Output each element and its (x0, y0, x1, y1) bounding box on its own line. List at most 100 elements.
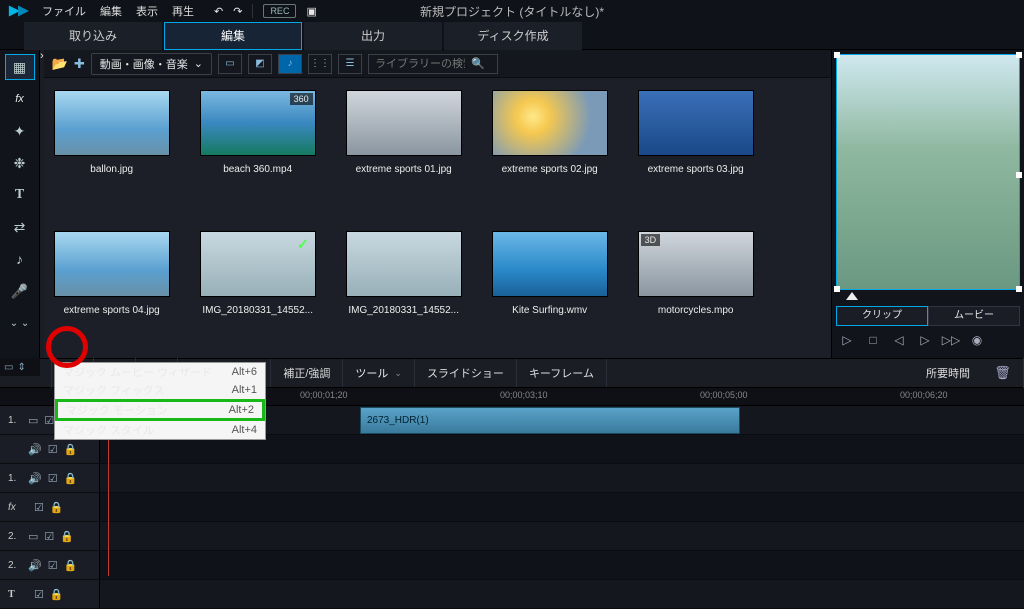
particle-room-icon[interactable]: ❉ (5, 150, 35, 176)
media-filter-select[interactable]: 動画・画像・音楽 ⌄ (91, 53, 212, 75)
view-image-icon[interactable]: ◩ (248, 54, 272, 74)
thumb-image[interactable] (638, 90, 754, 156)
fast-forward-icon[interactable]: ▷▷ (942, 332, 960, 348)
thumb-image[interactable] (346, 90, 462, 156)
screenshot-icon[interactable]: ▣ (306, 5, 316, 18)
trash-icon[interactable]: 🗑 (982, 358, 1024, 388)
thumb-image[interactable] (492, 231, 608, 297)
correction-button[interactable]: 補正/強調 (271, 359, 343, 387)
timeline-collapse-icon[interactable]: ▭ (4, 362, 13, 373)
media-thumb[interactable]: extreme sports 02.jpg (492, 90, 608, 205)
lock-icon[interactable]: 🔒 (64, 443, 78, 456)
thumb-image[interactable]: 3D (638, 231, 754, 297)
media-thumb[interactable]: extreme sports 03.jpg (638, 90, 754, 205)
thumb-image[interactable] (54, 90, 170, 156)
menu-file[interactable]: ファイル (42, 3, 86, 19)
track-head-audio2[interactable]: 2.🔊☑🔒 (0, 551, 100, 579)
preview-tab-movie[interactable]: ムービー (928, 306, 1020, 326)
media-thumb[interactable]: Kite Surfing.wmv (492, 231, 608, 346)
snapshot-icon[interactable]: ◉ (968, 332, 986, 348)
visible-icon[interactable]: ☑ (48, 443, 58, 456)
media-room-icon[interactable]: ▦ (5, 54, 35, 80)
view-grid-icon[interactable]: ⋮⋮ (308, 54, 332, 74)
keyframe-button[interactable]: キーフレーム (517, 359, 607, 387)
mode-tab-output[interactable]: 出力 (304, 22, 442, 50)
visible-icon[interactable]: ☑ (48, 559, 58, 572)
lock-icon[interactable]: 🔒 (64, 559, 78, 572)
timeline-clip[interactable]: 2673_HDR(1) (360, 407, 740, 434)
pip-room-icon[interactable]: ✦ (5, 118, 35, 144)
preview-canvas[interactable] (836, 54, 1020, 290)
chapter-room-icon[interactable]: ⌄ ⌄ (5, 310, 35, 336)
lock-icon[interactable]: 🔒 (50, 588, 64, 601)
track-head-video2[interactable]: 2.▭☑🔒 (0, 522, 100, 550)
undo-icon[interactable]: ↶ (214, 5, 223, 18)
track-head-fx[interactable]: fx☑🔒 (0, 493, 100, 521)
lock-icon[interactable]: 🔒 (50, 501, 64, 514)
media-thumb[interactable]: extreme sports 04.jpg (54, 231, 170, 346)
dropdown-item[interactable]: マジック フィックスAlt+1 (55, 381, 265, 399)
stop-icon[interactable]: □ (864, 332, 882, 348)
menu-display[interactable]: 表示 (136, 3, 158, 19)
media-thumb[interactable]: 360beach 360.mp4 (200, 90, 316, 205)
audio-room-icon[interactable]: ♪ (5, 246, 35, 272)
in-marker-icon[interactable] (846, 292, 858, 300)
mode-tab-edit[interactable]: 編集 (164, 22, 302, 50)
media-thumb[interactable]: extreme sports 01.jpg (346, 90, 462, 205)
mode-tab-disc[interactable]: ディスク作成 (444, 22, 582, 50)
media-thumb[interactable]: 3Dmotorcycles.mpo (638, 231, 754, 346)
title-room-icon[interactable]: T (5, 182, 35, 208)
duration-button[interactable]: 所要時間 (914, 359, 982, 387)
rec-button[interactable]: REC (263, 4, 296, 18)
play-icon[interactable]: ▷ (838, 332, 856, 348)
lock-icon[interactable]: 🔒 (64, 472, 78, 485)
slideshow-button[interactable]: スライドショー (415, 359, 517, 387)
import-folder-icon[interactable]: 📂 (52, 56, 68, 72)
view-list-icon[interactable]: ☰ (338, 54, 362, 74)
view-video-icon[interactable]: ▭ (218, 54, 242, 74)
fx-room-icon[interactable]: fx (5, 86, 35, 112)
visible-icon[interactable]: ☑ (48, 472, 58, 485)
audio-track-icon: 🔊 (28, 472, 42, 485)
ruler-tick: 00;00;06;20 (900, 390, 948, 400)
dropdown-item[interactable]: マジック モーションAlt+2 (55, 399, 265, 421)
redo-icon[interactable]: ↷ (233, 5, 242, 18)
track-head-title[interactable]: T☑🔒 (0, 580, 100, 608)
menu-edit[interactable]: 編集 (100, 3, 122, 19)
media-thumb[interactable]: IMG_20180331_14552... (346, 231, 462, 346)
thumb-image[interactable] (54, 231, 170, 297)
dropdown-item-label: マジック フィックス (63, 382, 165, 398)
tool-dropdown[interactable]: ツール⌄ (343, 359, 415, 387)
menu-play[interactable]: 再生 (172, 3, 194, 19)
next-frame-icon[interactable]: ▷ (916, 332, 934, 348)
visible-icon[interactable]: ☑ (44, 414, 54, 427)
media-thumb[interactable]: ballon.jpg (54, 90, 170, 205)
resize-handle[interactable] (834, 52, 840, 58)
window-title: 新規プロジェクト (タイトルなし)* (420, 3, 604, 20)
library-search[interactable]: 🔍 (368, 54, 498, 74)
thumb-image[interactable]: 360 (200, 90, 316, 156)
visible-icon[interactable]: ☑ (34, 501, 44, 514)
track-head-video1b[interactable]: 1.🔊☑🔒 (0, 464, 100, 492)
dropdown-item[interactable]: マジック ムービー ウィザードAlt+6 (55, 363, 265, 381)
resize-handle[interactable] (1016, 52, 1022, 58)
voice-room-icon[interactable]: 🎤 (5, 278, 35, 304)
visible-icon[interactable]: ☑ (44, 530, 54, 543)
search-input[interactable] (375, 58, 465, 70)
plugin-icon[interactable]: ✚ (74, 56, 85, 72)
transition-room-icon[interactable]: ⇄ (5, 214, 35, 240)
preview-tab-clip[interactable]: クリップ (836, 306, 928, 326)
thumb-image[interactable] (492, 90, 608, 156)
search-icon[interactable]: 🔍 (471, 57, 485, 70)
mode-tab-capture[interactable]: 取り込み (24, 22, 162, 50)
resize-handle[interactable] (1016, 172, 1022, 178)
timeline-expand-icon[interactable]: ⇕ (17, 362, 25, 373)
media-thumb[interactable]: ✓IMG_20180331_14552... (200, 231, 316, 346)
thumb-image[interactable]: ✓ (200, 231, 316, 297)
prev-frame-icon[interactable]: ◁ (890, 332, 908, 348)
visible-icon[interactable]: ☑ (34, 588, 44, 601)
thumb-image[interactable] (346, 231, 462, 297)
lock-icon[interactable]: 🔒 (60, 530, 74, 543)
view-audio-icon[interactable]: ♪ (278, 54, 302, 74)
dropdown-item[interactable]: マジック スタイルAlt+4 (55, 421, 265, 439)
